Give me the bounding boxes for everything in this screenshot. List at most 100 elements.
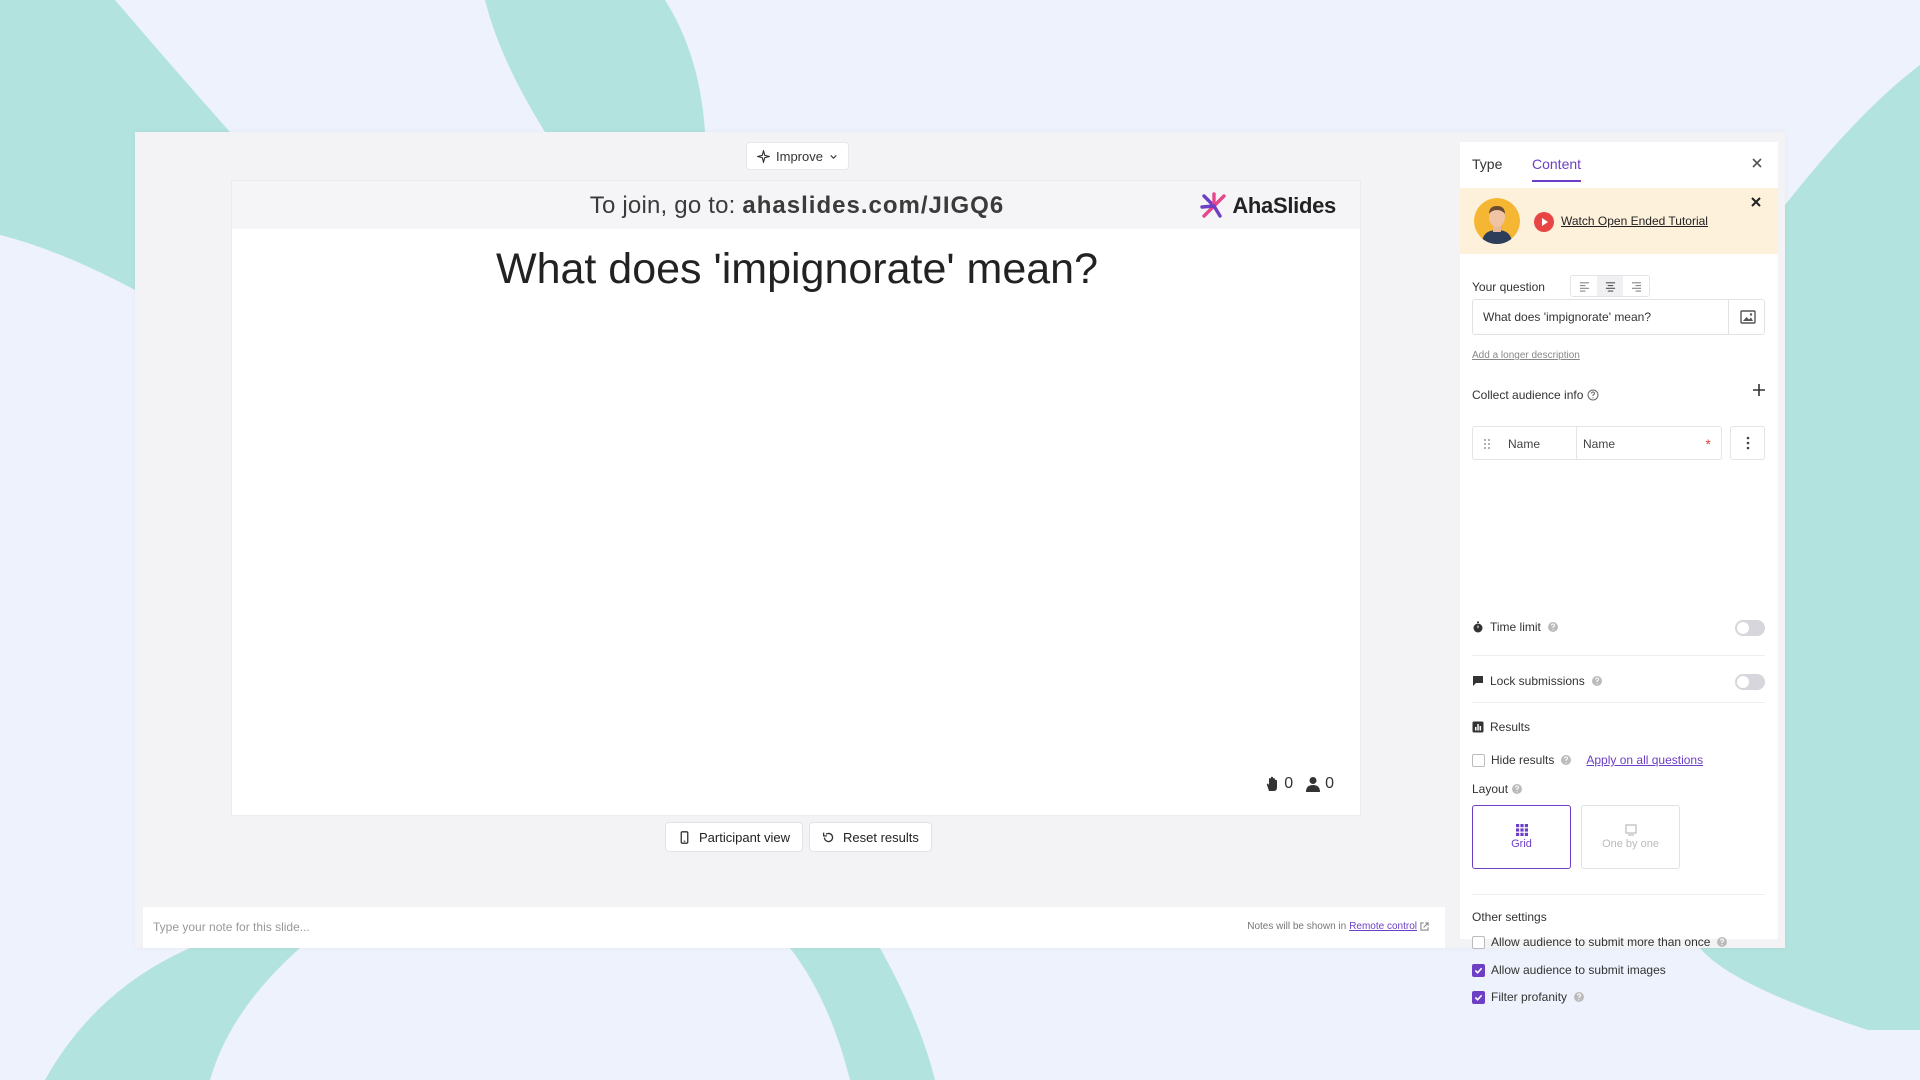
tab-type[interactable]: Type [1472, 156, 1502, 180]
help-icon[interactable] [1547, 621, 1559, 633]
grid-icon [1515, 824, 1528, 836]
collect-audience-info-label: Collect audience info [1472, 388, 1599, 402]
help-icon[interactable] [1591, 675, 1603, 687]
reactions-counter: 0 [1264, 775, 1293, 793]
tab-content[interactable]: Content [1532, 156, 1582, 182]
slide-notes-input[interactable] [153, 915, 853, 939]
divider [1472, 894, 1765, 895]
external-link-icon [1420, 922, 1429, 931]
hide-results-label: Hide results [1491, 753, 1555, 767]
participants-counter: 0 [1305, 775, 1334, 793]
phone-icon [680, 830, 689, 844]
help-icon[interactable] [1573, 991, 1585, 1003]
lock-submissions-toggle[interactable] [1735, 674, 1765, 690]
filter-profanity-setting: Filter profanity [1472, 987, 1765, 1007]
join-prefix: To join, go to: [589, 192, 743, 219]
slide-preview[interactable]: To join, go to: ahaslides.com/JIGQ6 AhaS… [231, 180, 1361, 816]
submit-more-than-once-checkbox[interactable] [1472, 935, 1485, 949]
slide-question-title: What does 'impignorate' mean? [495, 245, 1099, 293]
help-icon[interactable] [1511, 783, 1523, 795]
checkmark-icon [1474, 967, 1483, 974]
notes-hint: Notes will be shown in Remote control [1247, 921, 1429, 932]
apply-on-all-questions-link[interactable]: Apply on all questions [1586, 753, 1703, 767]
reset-results-label: Reset results [843, 829, 919, 845]
results-label: Results [1490, 720, 1531, 734]
lock-submissions-label: Lock submissions [1490, 674, 1585, 688]
hide-results-setting: Hide results Apply on all questions [1472, 750, 1765, 770]
participant-view-button[interactable]: Participant view [665, 822, 804, 852]
brand-logo: AhaSlides [1200, 192, 1336, 220]
text-align-group [1570, 275, 1650, 297]
notes-bar: Notes will be shown in Remote control [143, 907, 1445, 948]
drag-handle-icon[interactable] [1483, 438, 1491, 450]
teal-shape-top-center [485, 0, 705, 132]
time-limit-toggle[interactable] [1735, 620, 1765, 636]
teal-shape-bottom-center [790, 948, 935, 1080]
improve-button[interactable]: Improve [746, 142, 849, 170]
hand-icon [1267, 776, 1278, 791]
close-icon[interactable] [1750, 196, 1762, 208]
hide-results-checkbox[interactable] [1472, 753, 1485, 767]
slide-settings-panel: Type Content Watch Open Ended Tutorial Y… [1460, 142, 1778, 1004]
chat-lock-icon [1473, 676, 1483, 686]
help-icon[interactable] [1587, 389, 1599, 401]
filter-profanity-label: Filter profanity [1491, 990, 1568, 1004]
field-menu-button[interactable] [1730, 426, 1765, 460]
chevron-down-icon [830, 154, 837, 159]
results-section: Results [1472, 717, 1765, 737]
lock-submissions-setting: Lock submissions [1472, 671, 1765, 691]
teal-shape-bottom-left [45, 948, 300, 1080]
stopwatch-icon [1473, 621, 1483, 633]
brand-name: AhaSlides [1232, 193, 1336, 218]
divider [1472, 655, 1765, 656]
close-icon[interactable] [1750, 156, 1764, 170]
remote-control-link[interactable]: Remote control [1349, 921, 1417, 932]
align-left-button[interactable] [1571, 276, 1597, 296]
ahaslides-logo-icon [1200, 192, 1227, 218]
time-limit-setting: Time limit [1472, 617, 1765, 637]
time-limit-label: Time limit [1490, 620, 1541, 634]
reset-results-button[interactable]: Reset results [809, 822, 932, 852]
help-icon[interactable] [1560, 754, 1572, 766]
collect-audience-info-text: Collect audience info [1472, 388, 1584, 402]
bar-chart-icon [1472, 721, 1484, 733]
filter-profanity-checkbox[interactable] [1472, 990, 1485, 1004]
plus-icon[interactable] [1752, 383, 1766, 397]
single-card-icon [1624, 824, 1637, 836]
your-question-label: Your question [1472, 280, 1545, 294]
field-type-label: Name [1508, 437, 1541, 451]
sparkle-icon [757, 149, 770, 163]
question-input[interactable] [1473, 300, 1729, 334]
join-instructions: To join, go to: ahaslides.com/JIGQ6 [232, 192, 1362, 220]
join-url: ahaslides.com/JIGQ6 [742, 192, 1005, 219]
image-icon[interactable] [1740, 310, 1756, 324]
align-left-icon [1579, 281, 1589, 292]
play-icon[interactable] [1534, 212, 1554, 232]
align-center-button[interactable] [1597, 276, 1623, 296]
divider [1472, 702, 1765, 703]
participants-count: 0 [1325, 775, 1334, 792]
help-icon[interactable] [1716, 936, 1728, 948]
checkmark-icon [1474, 994, 1483, 1001]
required-mark: * [1705, 436, 1711, 452]
layout-option-grid[interactable]: Grid [1472, 805, 1571, 869]
align-right-button[interactable] [1623, 276, 1649, 296]
layout-option-label: Grid [1511, 838, 1532, 850]
panel-tabs: Type Content [1460, 142, 1778, 188]
align-center-icon [1605, 281, 1615, 292]
participant-view-label: Participant view [699, 829, 791, 845]
layout-label-text: Layout [1472, 782, 1509, 796]
field-name-value[interactable]: Name [1583, 437, 1615, 451]
avatar [1474, 198, 1520, 244]
submit-images-checkbox[interactable] [1472, 963, 1485, 977]
add-description-link[interactable]: Add a longer description [1472, 350, 1580, 361]
presentation-editor: Improve To join, go to: ahaslides.com/JI… [135, 132, 1785, 1004]
layout-option-one-by-one[interactable]: One by one [1581, 805, 1680, 869]
submit-images-label: Allow audience to submit images [1491, 963, 1666, 977]
watch-tutorial-link[interactable]: Watch Open Ended Tutorial [1561, 214, 1708, 228]
reset-icon [822, 832, 834, 842]
tutorial-banner: Watch Open Ended Tutorial [1460, 188, 1778, 254]
submit-more-than-once-label: Allow audience to submit more than once [1491, 935, 1711, 949]
audience-field-row[interactable]: Name Name * [1472, 426, 1722, 460]
improve-label: Improve [776, 148, 823, 164]
